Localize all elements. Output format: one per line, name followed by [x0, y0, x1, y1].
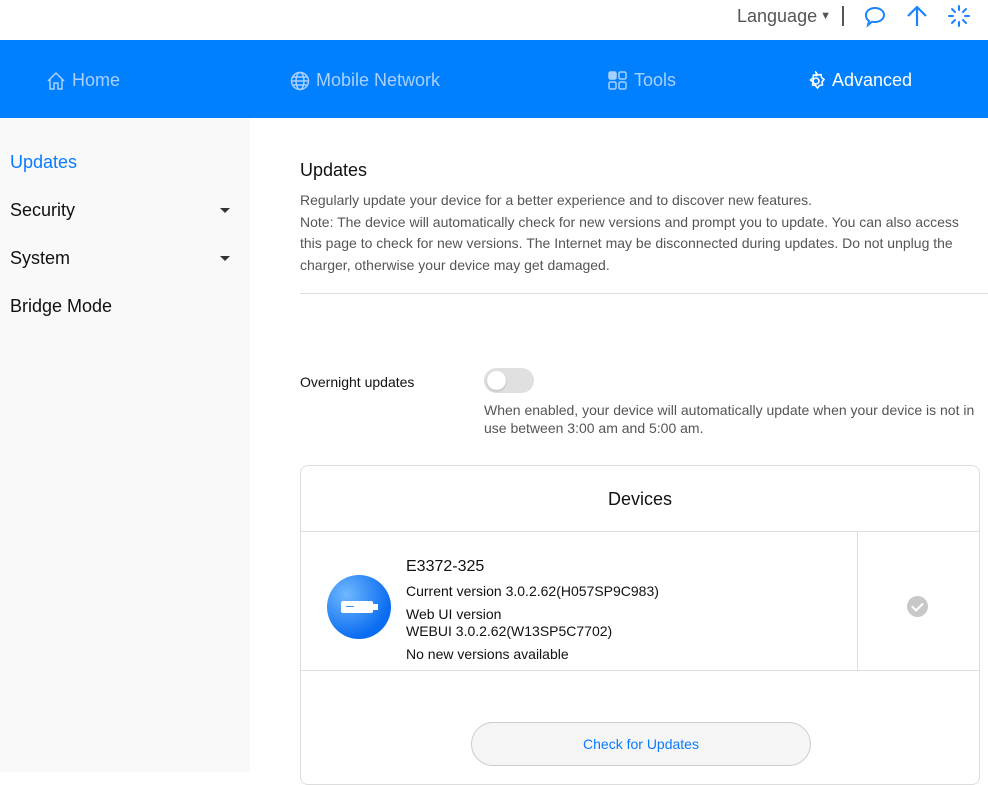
nav-mobile-network[interactable]: Mobile Network: [290, 70, 440, 91]
nav-advanced[interactable]: Advanced: [806, 70, 912, 91]
top-bar: Language ▼: [0, 0, 988, 40]
sidebar-item-label: Updates: [10, 152, 78, 172]
description-note: Note: The device will automatically chec…: [300, 213, 959, 273]
divider: [842, 6, 844, 26]
message-icon[interactable]: [863, 4, 887, 28]
devices-card: Devices E3372-325 Current version 3.0.2.…: [300, 465, 980, 785]
sidebar-item-label: Security: [10, 200, 76, 220]
update-status: No new versions available: [406, 646, 569, 662]
upload-arrow-icon[interactable]: [905, 4, 929, 28]
current-version: Current version 3.0.2.62(H057SP9C983): [406, 583, 659, 599]
usb-dongle-icon: [327, 575, 391, 639]
gear-icon: [809, 70, 826, 89]
loading-spinner-icon[interactable]: [947, 4, 971, 28]
language-dropdown[interactable]: Language ▼: [737, 6, 831, 27]
device-row: E3372-325 Current version 3.0.2.62(H057S…: [301, 532, 979, 671]
divider: [300, 293, 988, 294]
nav-tools[interactable]: Tools: [608, 70, 676, 91]
check-circle-icon: [907, 596, 928, 617]
page-title: Updates: [300, 160, 368, 180]
nav-tools-label: Tools: [634, 70, 677, 90]
webui-version-label: Web UI version: [406, 606, 502, 622]
sidebar-item-label: System: [10, 248, 71, 268]
sidebar-item-system[interactable]: System: [10, 248, 232, 269]
main-nav: Home Mobile Network Tools Advanced: [0, 40, 988, 118]
webui-version: WEBUI 3.0.2.62(W13SP5C7702): [406, 623, 613, 639]
globe-icon: [290, 71, 310, 90]
caret-down-icon: [220, 208, 230, 213]
sidebar-item-security[interactable]: Security: [10, 200, 232, 221]
device-name: E3372-325: [406, 558, 485, 575]
description-text: Regularly update your device for a bette…: [300, 192, 813, 208]
home-icon: [47, 71, 65, 90]
sidebar-item-updates[interactable]: Updates: [10, 152, 232, 173]
language-label: Language: [737, 6, 818, 26]
sidebar-item-label: Bridge Mode: [10, 296, 113, 316]
nav-mobile-network-label: Mobile Network: [316, 70, 441, 90]
check-for-updates-button[interactable]: Check for Updates: [471, 722, 811, 766]
overnight-updates-label: Overnight updates: [300, 374, 415, 390]
caret-down-icon: ▼: [820, 10, 831, 22]
caret-down-icon: [220, 256, 230, 261]
nav-home[interactable]: Home: [46, 70, 120, 91]
nav-home-label: Home: [72, 70, 121, 90]
toggle-knob: [487, 371, 506, 390]
sidebar-item-bridge-mode[interactable]: Bridge Mode: [10, 296, 232, 317]
overnight-updates-help: When enabled, your device will automatic…: [484, 402, 975, 436]
nav-advanced-label: Advanced: [832, 70, 913, 90]
tools-grid-icon: [608, 70, 627, 90]
page-description: Regularly update your device for a bette…: [300, 190, 980, 276]
divider: [857, 532, 858, 671]
devices-title: Devices: [301, 466, 979, 532]
sidebar: Updates Security System Bridge Mode: [0, 118, 250, 772]
overnight-updates-toggle[interactable]: [484, 368, 534, 393]
